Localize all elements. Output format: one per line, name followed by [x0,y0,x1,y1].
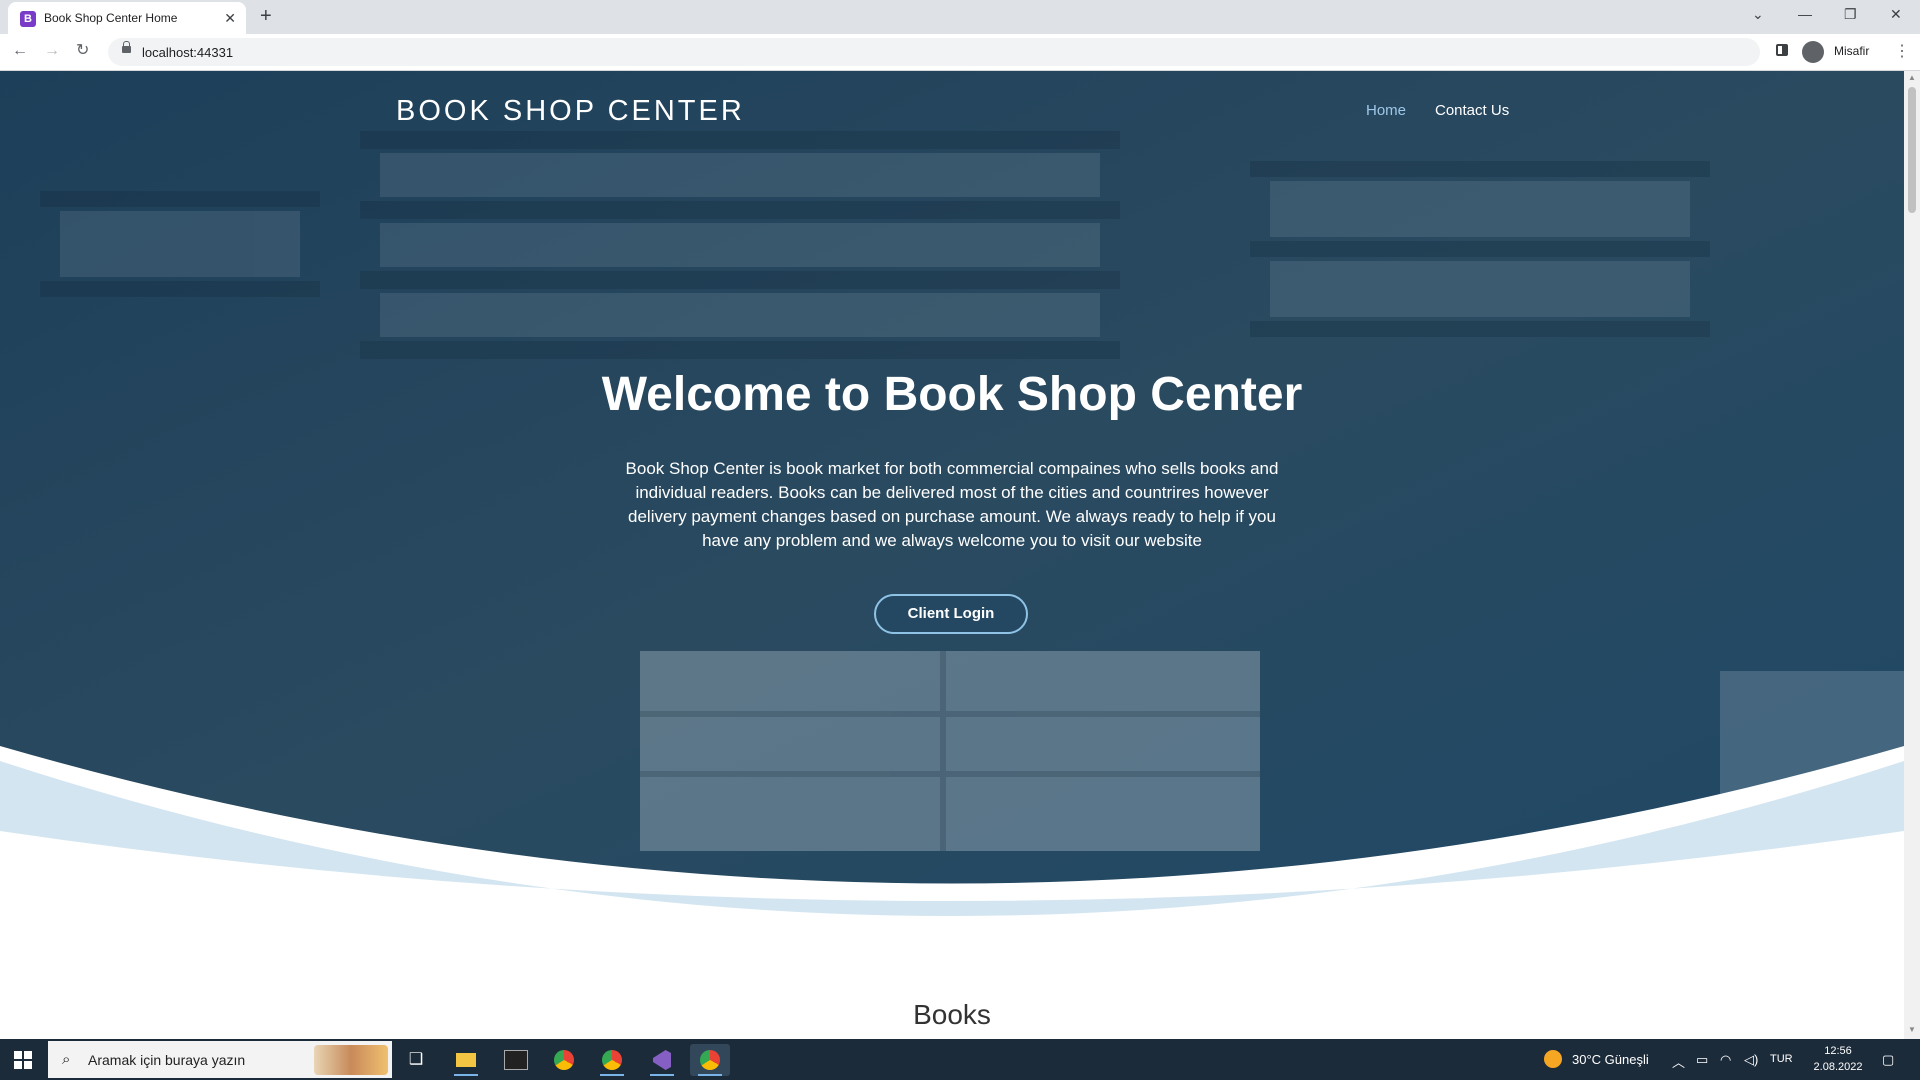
notifications-icon[interactable]: ▢ [1882,1052,1894,1068]
wifi-icon[interactable]: ◠ [1720,1052,1731,1068]
site-brand-logo[interactable]: BOOK SHOP CENTER [396,95,745,128]
hero-title: Welcome to Book Shop Center [601,368,1303,421]
chrome-profile-icon[interactable] [592,1044,632,1076]
forward-arrow-icon[interactable]: → [44,42,60,60]
profile-name[interactable]: Misafir [1834,44,1869,58]
minimize-window-icon[interactable]: — [1798,6,1812,22]
nav-link-contact-us[interactable]: Contact Us [1435,102,1509,119]
scroll-down-arrow-icon[interactable]: ▼ [1908,1025,1916,1034]
tab-search-chevron-icon[interactable]: ⌄ [1752,6,1764,23]
clock-date: 2.08.2022 [1813,1061,1863,1073]
side-panel-icon[interactable] [1776,44,1788,56]
reload-icon[interactable]: ↻ [76,42,89,60]
restore-window-icon[interactable]: ❐ [1844,6,1857,23]
clock-time: 12:56 [1824,1045,1852,1057]
lock-icon [122,41,131,53]
books-section-title: Books [913,999,991,1030]
browser-menu-icon[interactable]: ⋮ [1894,41,1910,61]
search-icon: ⌕ [62,1051,71,1068]
browser-toolbar: ← → ↻ localhost:44331 Misafir ⋮ [0,34,1920,71]
page-viewport: BOOK SHOP CENTER Home Contact Us Welcome… [0,71,1904,1039]
terminal-app-icon[interactable] [496,1044,536,1076]
weather-sun-icon[interactable] [1544,1050,1562,1068]
hero-section: BOOK SHOP CENTER Home Contact Us Welcome… [0,71,1904,931]
chrome-icon[interactable] [544,1044,584,1076]
windows-taskbar: ⌕ Aramak için buraya yazın ❑ 30°C Güneşl… [0,1039,1920,1080]
battery-icon[interactable]: ▭ [1696,1052,1708,1068]
hero-description: Book Shop Center is book market for both… [625,459,1279,550]
language-indicator[interactable]: TUR [1770,1053,1793,1065]
file-explorer-icon[interactable] [446,1044,486,1076]
back-arrow-icon[interactable]: ← [12,42,28,60]
volume-icon[interactable]: ◁) [1744,1052,1758,1068]
client-login-button[interactable]: Client Login [874,594,1028,634]
taskbar-search-placeholder: Aramak için buraya yazın [88,1052,246,1068]
new-tab-icon[interactable]: + [260,6,272,26]
profile-avatar-icon[interactable] [1802,41,1824,63]
tab-title: Book Shop Center Home [44,11,178,25]
tray-chevron-icon[interactable]: ︿ [1672,1052,1685,1071]
nav-link-home[interactable]: Home [1366,102,1406,119]
search-highlight-image [314,1045,388,1075]
chrome-active-window-icon[interactable] [690,1044,730,1076]
browser-tab[interactable]: B Book Shop Center Home ✕ [8,2,246,34]
taskbar-clock[interactable]: 12:56 2.08.2022 [1810,1043,1866,1075]
weather-text[interactable]: 30°C Güneşli [1572,1052,1649,1067]
close-window-icon[interactable]: ✕ [1890,6,1902,23]
taskbar-search-box[interactable]: ⌕ Aramak için buraya yazın [48,1041,392,1078]
browser-tab-strip: B Book Shop Center Home ✕ + ⌄ — ❐ ✕ [0,0,1920,34]
close-tab-icon[interactable]: ✕ [224,10,236,26]
bootstrap-favicon-icon: B [20,11,36,27]
task-view-icon[interactable]: ❑ [396,1044,436,1076]
windows-start-icon[interactable] [14,1051,32,1069]
url-text: localhost:44331 [142,45,234,60]
scrollbar-thumb[interactable] [1908,87,1916,213]
address-bar[interactable]: localhost:44331 [108,38,1760,66]
page-scrollbar[interactable]: ▲ ▼ [1904,71,1920,1039]
visual-studio-icon[interactable] [642,1044,682,1076]
scroll-up-arrow-icon[interactable]: ▲ [1908,73,1916,82]
